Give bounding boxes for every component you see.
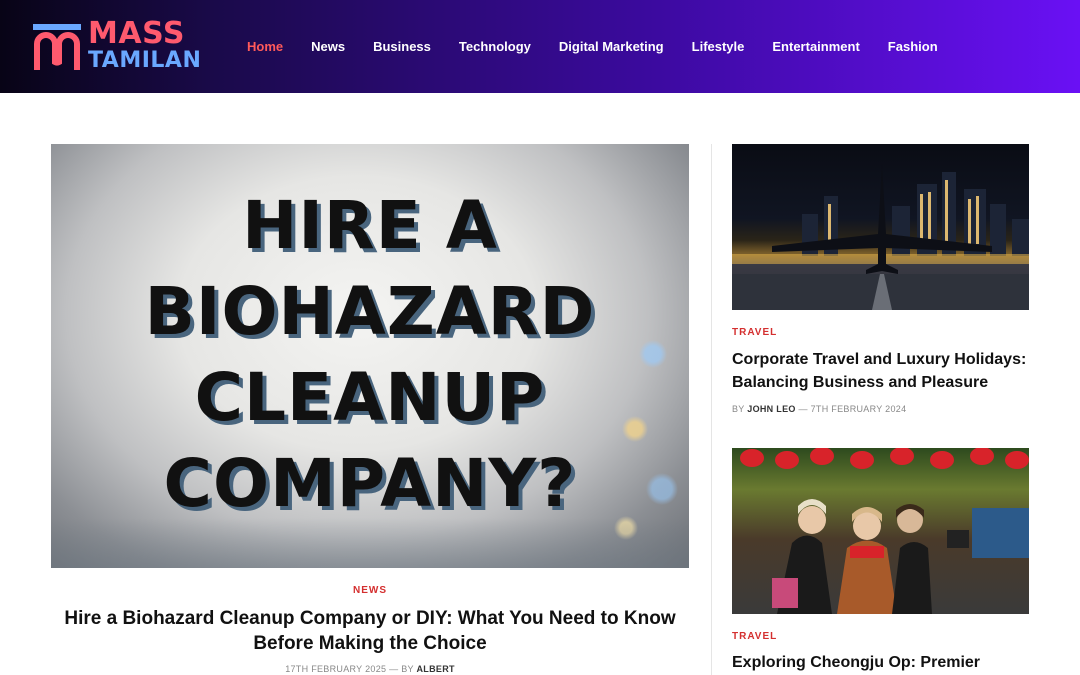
side-post-author[interactable]: JOHN LEO xyxy=(747,404,795,414)
image-text-line: COMPANY? xyxy=(163,445,577,522)
image-text-line: HIRE A xyxy=(242,187,498,264)
side-post-image[interactable] xyxy=(732,144,1029,310)
side-post-date: 7TH FEBRUARY 2024 xyxy=(810,404,907,414)
side-post-category[interactable]: TRAVEL xyxy=(732,327,777,338)
meta-separator: — xyxy=(798,404,811,414)
nav-item-business[interactable]: Business xyxy=(359,39,445,54)
nav-item-lifestyle[interactable]: Lifestyle xyxy=(678,39,759,54)
side-post-title[interactable]: Exploring Cheongju Op: Premier xyxy=(732,651,1032,674)
site-logo[interactable]: MASS TAMILAN xyxy=(32,16,207,74)
logo-text-mass: MASS xyxy=(88,16,185,51)
city-airplane-illustration xyxy=(732,164,1029,310)
side-post-title[interactable]: Corporate Travel and Luxury Holidays: Ba… xyxy=(732,348,1032,394)
nav-item-news[interactable]: News xyxy=(297,39,359,54)
featured-author[interactable]: ALBERT xyxy=(417,664,455,674)
featured-category[interactable]: NEWS xyxy=(51,585,689,596)
women-selfie-illustration xyxy=(740,448,1029,614)
image-text-line: BIOHAZARD xyxy=(144,273,596,350)
featured-date: 17TH FEBRUARY 2025 xyxy=(285,664,387,674)
nav-item-digital-marketing[interactable]: Digital Marketing xyxy=(545,39,678,54)
featured-by: BY xyxy=(401,664,414,674)
site-header: MASS TAMILAN Home News Business Technolo… xyxy=(0,0,1080,93)
image-text-line: CLEANUP xyxy=(194,359,546,436)
nav-item-fashion[interactable]: Fashion xyxy=(874,39,952,54)
logo-text-tamilan: TAMILAN xyxy=(88,48,202,73)
side-post-by: BY xyxy=(732,404,745,414)
bokeh-shadow xyxy=(51,518,689,568)
nav-item-entertainment[interactable]: Entertainment xyxy=(758,39,873,54)
side-post-image[interactable] xyxy=(732,448,1029,614)
side-post-meta: BY JOHN LEO — 7TH FEBRUARY 2024 xyxy=(732,404,906,414)
featured-meta: 17TH FEBRUARY 2025 — BY ALBERT xyxy=(51,664,689,674)
meta-separator: — xyxy=(389,664,402,674)
featured-title[interactable]: Hire a Biohazard Cleanup Company or DIY:… xyxy=(60,606,680,656)
nav-item-home[interactable]: Home xyxy=(233,39,297,54)
column-divider xyxy=(711,144,712,675)
main-nav: Home News Business Technology Digital Ma… xyxy=(233,0,952,93)
featured-post-image[interactable]: HIRE A BIOHAZARD CLEANUP COMPANY? xyxy=(51,144,689,568)
logo-m-icon xyxy=(33,24,81,70)
side-post-category[interactable]: TRAVEL xyxy=(732,631,777,642)
nav-item-technology[interactable]: Technology xyxy=(445,39,545,54)
